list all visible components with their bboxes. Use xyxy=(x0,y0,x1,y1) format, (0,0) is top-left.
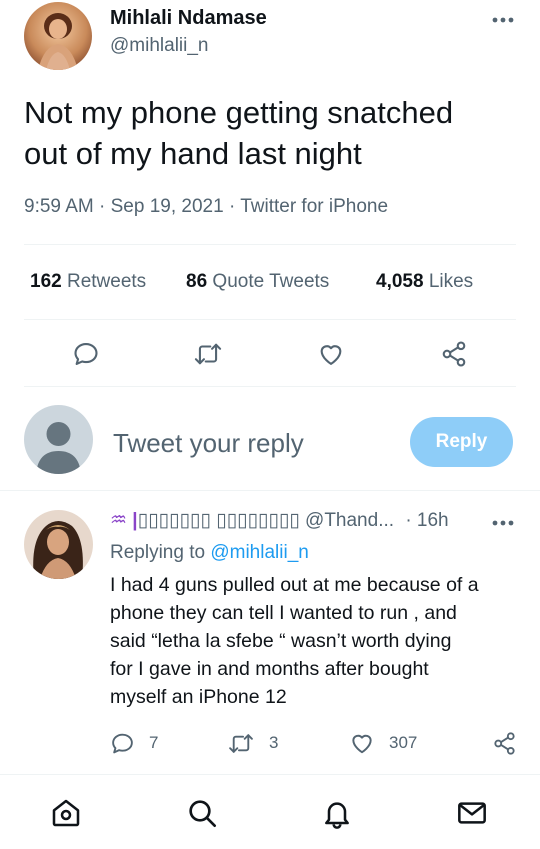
reply-text-line: myself an iPhone 12 xyxy=(110,686,287,708)
meta-separator: · xyxy=(99,196,106,217)
quote-tweets-stat[interactable]: 86 Quote Tweets xyxy=(186,270,329,294)
tweet-text: Not my phone getting snatched out of my … xyxy=(24,92,524,174)
replying-to-line: Replying to @mihlalii_n xyxy=(110,541,309,565)
more-options-button[interactable] xyxy=(486,8,520,32)
tweet-text-line: Not my phone getting snatched xyxy=(24,95,454,130)
comment-icon xyxy=(74,343,98,365)
retweets-count: 162 xyxy=(30,271,62,292)
tweet-text-line: out of my hand last night xyxy=(24,136,362,171)
divider xyxy=(24,386,516,387)
reply-retweet-button[interactable]: 3 xyxy=(227,729,278,757)
retweet-icon xyxy=(229,733,253,753)
nav-notifications-button[interactable] xyxy=(317,793,357,833)
tweet-date[interactable]: Sep 19, 2021 xyxy=(111,196,224,217)
divider xyxy=(24,244,516,245)
tweet-meta: 9:59 AM · Sep 19, 2021 · Twitter for iPh… xyxy=(24,195,388,219)
nav-messages-button[interactable] xyxy=(452,793,492,833)
retweets-stat[interactable]: 162 Retweets xyxy=(30,270,146,294)
reply-share-button[interactable] xyxy=(490,729,518,757)
divider xyxy=(24,319,516,320)
replying-to-label: Replying to xyxy=(110,542,206,563)
reply-reply-button[interactable]: 7 xyxy=(110,729,158,757)
reply-time[interactable]: · 16h xyxy=(405,510,448,531)
reply-author-name-prefix: ♒ | xyxy=(110,510,138,531)
envelope-icon xyxy=(458,802,486,824)
reply-text-line: phone they can tell I wanted to run , an… xyxy=(110,602,457,624)
reply-action-button[interactable] xyxy=(66,336,106,372)
share-icon xyxy=(493,731,515,755)
more-horizontal-icon xyxy=(492,520,514,526)
reply-button[interactable]: Reply xyxy=(410,417,513,467)
author-handle[interactable]: @mihlalii_n xyxy=(110,34,209,58)
author-name[interactable]: Mihlali Ndamase xyxy=(110,6,267,30)
nav-search-button[interactable] xyxy=(182,793,222,833)
section-separator xyxy=(0,490,540,491)
likes-label: Likes xyxy=(428,271,474,292)
bell-icon xyxy=(325,802,349,829)
likes-stat[interactable]: 4,058 Likes xyxy=(376,270,473,294)
like-action-button[interactable] xyxy=(311,336,351,372)
meta-separator: · xyxy=(228,196,236,217)
reply-header: ♒ |▯▯▯▯▯▯▯ ▯▯▯▯▯▯▯▯ @Thand... · 16h xyxy=(110,509,449,533)
likes-count: 4,058 xyxy=(376,271,424,292)
retweet-action-button[interactable] xyxy=(188,336,228,372)
tweet-time[interactable]: 9:59 AM xyxy=(24,196,94,217)
replying-to-handle-link[interactable]: @mihlalii_n xyxy=(210,542,309,563)
reply-text: I had 4 guns pulled out at me because of… xyxy=(110,571,525,711)
bottom-navigation xyxy=(0,775,540,849)
reply-text-line: said “letha la sfebe “ wasn’t worth dyin… xyxy=(110,630,452,652)
quote-tweets-label: Quote Tweets xyxy=(212,271,330,292)
heart-icon xyxy=(352,734,372,754)
nav-home-button[interactable] xyxy=(46,793,86,833)
comment-icon xyxy=(112,733,133,753)
retweet-count: 3 xyxy=(269,733,279,752)
reply-author-avatar[interactable] xyxy=(24,510,93,579)
reply-like-button[interactable]: 307 xyxy=(349,729,417,757)
current-user-avatar[interactable] xyxy=(24,405,93,474)
default-avatar-icon xyxy=(36,422,81,474)
share-icon xyxy=(442,341,466,367)
reply-author-name[interactable]: ♒ |▯▯▯▯▯▯▯ ▯▯▯▯▯▯▯▯ @Thand... xyxy=(110,510,399,531)
retweets-label: Retweets xyxy=(66,271,147,292)
share-action-button[interactable] xyxy=(434,336,474,372)
retweet-icon xyxy=(194,343,222,365)
quote-tweets-count: 86 xyxy=(186,271,208,292)
reply-text-line: I had 4 guns pulled out at me because of… xyxy=(110,574,479,596)
reply-text-line: for I gave in and months after bought xyxy=(110,658,429,680)
tweet-source[interactable]: Twitter for iPhone xyxy=(240,196,388,217)
reply-author-name-text: ▯▯▯▯▯▯▯ ▯▯▯▯▯▯▯▯ @Thand... xyxy=(137,510,395,531)
heart-icon xyxy=(320,345,342,365)
reply-composer-input[interactable]: Tweet your reply xyxy=(113,428,304,458)
search-icon xyxy=(189,800,216,827)
reply-more-options-button[interactable] xyxy=(486,512,520,534)
more-horizontal-icon xyxy=(492,17,514,23)
like-count: 307 xyxy=(389,733,418,752)
author-avatar[interactable] xyxy=(24,2,92,70)
reply-count: 7 xyxy=(149,733,159,752)
home-icon xyxy=(52,799,80,827)
